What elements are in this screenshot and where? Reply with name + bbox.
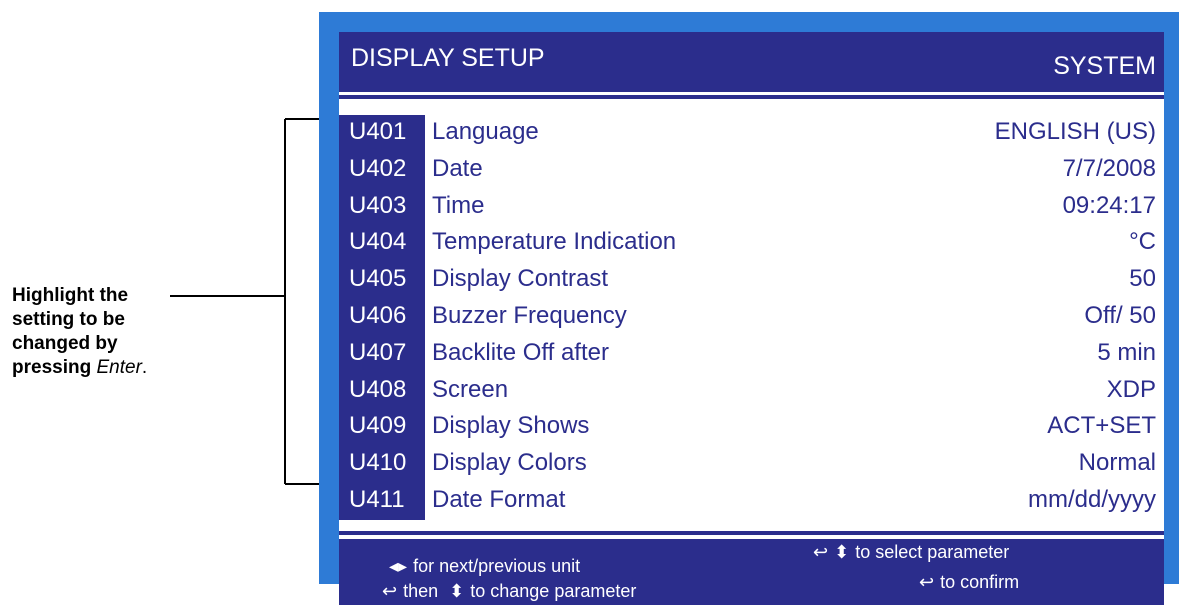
setting-code: U410 — [349, 449, 407, 477]
callout-enter-key: Enter — [96, 357, 142, 378]
setting-label: Date Format — [432, 485, 566, 513]
display-screen: DISPLAY SETUP SYSTEM U401 Language ENGLI… — [339, 32, 1164, 605]
title-bar: DISPLAY SETUP SYSTEM — [339, 32, 1164, 92]
setting-code: U404 — [349, 228, 407, 256]
setting-value: 7/7/2008 — [1062, 154, 1156, 182]
setting-code: U401 — [349, 118, 407, 145]
callout-line-2: setting to be — [12, 309, 125, 330]
setting-value: 09:24:17 — [1062, 191, 1156, 219]
hint-change-parameter: ↩ then ⬍ to change parameter — [382, 581, 636, 602]
annotation-callout: Highlight the setting to be changed by p… — [12, 284, 212, 380]
enter-icon: ↩ — [382, 581, 398, 601]
hint-text: for next/previous unit — [413, 556, 581, 576]
setting-code: U405 — [349, 265, 407, 293]
callout-line-1: Highlight the — [12, 285, 129, 306]
enter-icon: ↩ — [813, 542, 829, 562]
setting-label: Screen — [432, 375, 509, 403]
hint-text: then — [403, 581, 439, 601]
setting-code: U411 — [349, 485, 405, 513]
setting-value: XDP — [1106, 375, 1156, 403]
hint-text: to change parameter — [470, 581, 637, 601]
callout-line-3: changed by — [12, 333, 118, 354]
section-tag: SYSTEM — [1053, 52, 1156, 80]
device-panel: DISPLAY SETUP SYSTEM U401 Language ENGLI… — [319, 12, 1179, 605]
setting-row-language[interactable]: U401 Language ENGLISH (US) — [339, 115, 1164, 152]
enter-icon: ↩ — [919, 572, 935, 592]
setting-code: U407 — [349, 338, 407, 366]
setting-label: Display Shows — [432, 412, 590, 440]
setting-row-backlite-off-after[interactable]: U407 Backlite Off after 5 min — [339, 336, 1164, 373]
setting-row-time[interactable]: U403 Time 09:24:17 — [339, 189, 1164, 226]
setting-code: U402 — [349, 154, 407, 182]
setting-value: ACT+SET — [1047, 412, 1156, 440]
hint-text: to select parameter — [855, 542, 1010, 562]
setting-code: U406 — [349, 301, 407, 329]
setting-value: Normal — [1078, 449, 1156, 477]
setting-code: U403 — [349, 191, 407, 219]
footer-divider — [339, 531, 1164, 535]
setting-row-display-shows[interactable]: U409 Display Shows ACT+SET — [339, 409, 1164, 446]
up-down-arrows-icon: ⬍ — [834, 542, 850, 562]
setting-row-buzzer-frequency[interactable]: U406 Buzzer Frequency Off/ 50 — [339, 299, 1164, 336]
setting-row-display-colors[interactable]: U410 Display Colors Normal — [339, 446, 1164, 483]
callout-period: . — [141, 357, 148, 378]
help-footer: ◂▸ for next/previous unit ↩ then ⬍ to chang… — [339, 539, 1164, 605]
setting-row-display-contrast[interactable]: U405 Display Contrast 50 — [339, 262, 1164, 299]
hint-select-parameter: ↩ ⬍ to select parameter — [813, 542, 1009, 563]
setting-row-date[interactable]: U402 Date 7/7/2008 — [339, 152, 1164, 189]
setting-label: Buzzer Frequency — [432, 301, 627, 329]
setting-label: Backlite Off after — [432, 338, 609, 366]
page-title: DISPLAY SETUP — [351, 44, 545, 72]
setting-value: Off/ 50 — [1084, 301, 1156, 329]
setting-value: mm/dd/yyyy — [1027, 485, 1156, 513]
hint-next-previous: ◂▸ for next/previous unit — [389, 556, 580, 577]
hint-confirm: ↩ to confirm — [919, 572, 1019, 593]
setting-code: U408 — [349, 375, 407, 403]
settings-list: U401 Language ENGLISH (US) U402 Date 7/7… — [339, 115, 1164, 520]
up-down-arrows-icon: ⬍ — [449, 581, 465, 601]
setting-row-date-format[interactable]: U411 Date Format mm/dd/yyyy — [339, 483, 1164, 520]
setting-code: U409 — [349, 412, 407, 440]
left-right-arrows-icon: ◂▸ — [389, 556, 408, 576]
hint-text: to confirm — [940, 572, 1020, 592]
setting-value: ENGLISH (US) — [994, 118, 1156, 145]
setting-label: Display Colors — [432, 449, 587, 477]
setting-label: Temperature Indication — [432, 228, 677, 256]
setting-value: 5 min — [1097, 338, 1156, 366]
setting-label: Display Contrast — [432, 265, 609, 293]
setting-label: Language — [432, 118, 539, 145]
setting-label: Time — [432, 191, 485, 219]
title-divider — [339, 95, 1164, 99]
setting-row-screen[interactable]: U408 Screen XDP — [339, 373, 1164, 410]
callout-line-4: pressing — [12, 357, 92, 378]
setting-row-temperature-indication[interactable]: U404 Temperature Indication °C — [339, 225, 1164, 262]
setting-value: 50 — [1129, 265, 1156, 293]
setting-label: Date — [432, 154, 483, 182]
setting-value: °C — [1129, 228, 1156, 256]
